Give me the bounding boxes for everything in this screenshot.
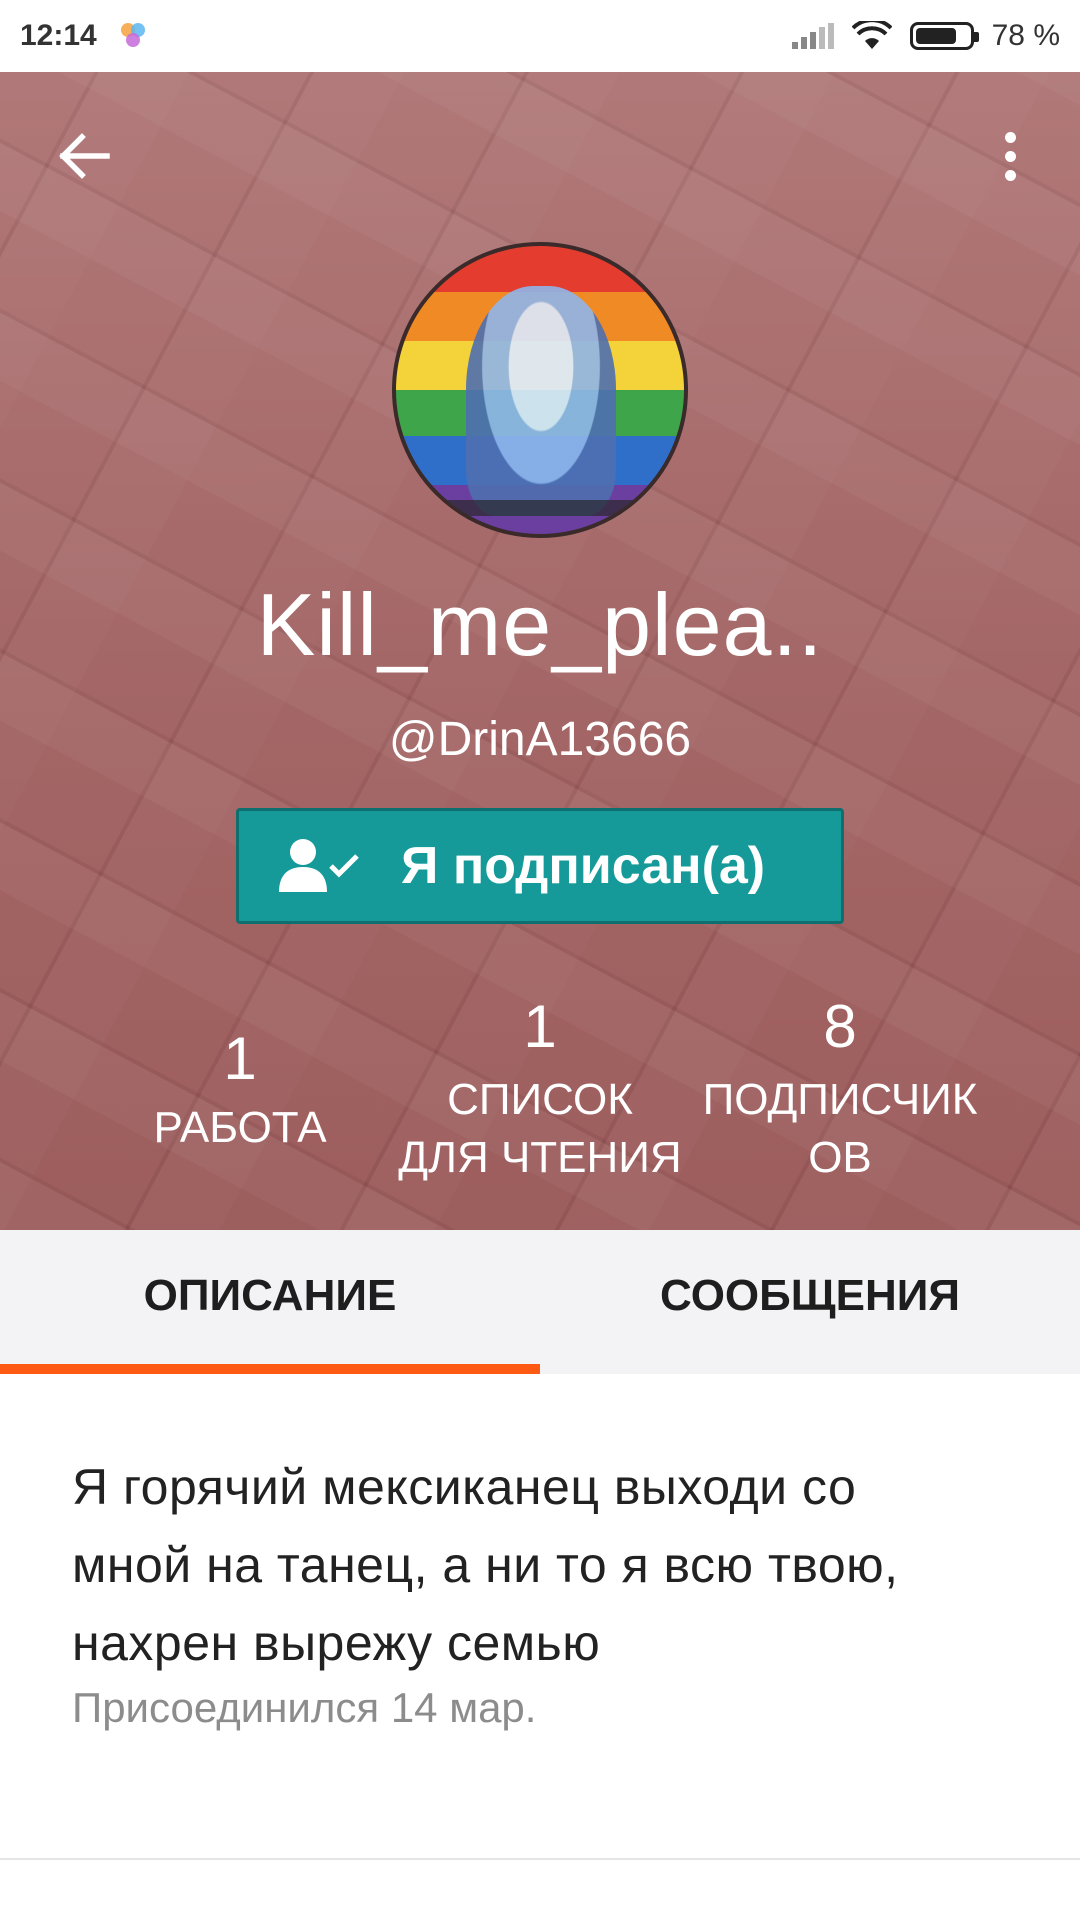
description-line: Я горячий мексиканец выходи со bbox=[72, 1459, 857, 1515]
profile-description: Я горячий мексиканец выходи со мной на т… bbox=[72, 1448, 1008, 1682]
status-time: 12:14 bbox=[20, 19, 97, 52]
display-name: Kill_me_plea.. bbox=[256, 575, 824, 674]
works-label: РАБОТА bbox=[153, 1103, 327, 1152]
reading-lists-label-line1: СПИСОК bbox=[447, 1075, 633, 1124]
tab-description[interactable]: ОПИСАНИЕ bbox=[0, 1230, 540, 1374]
works-count: 1 bbox=[223, 1025, 257, 1092]
user-check-icon bbox=[279, 839, 359, 892]
description-line: мной на танец, а ни то я всю твою, bbox=[72, 1537, 899, 1593]
reading-lists-count: 1 bbox=[523, 993, 557, 1060]
profile-header: Kill_me_plea.. @DrinA13666 Я подписан(а)… bbox=[0, 72, 1080, 1230]
followers-count: 8 bbox=[823, 993, 857, 1060]
stat-reading-lists[interactable]: 1 СПИСОК ДЛЯ ЧТЕНИЯ bbox=[380, 992, 700, 1187]
reading-lists-label-line2: ДЛЯ ЧТЕНИЯ bbox=[398, 1133, 682, 1182]
battery-level: 78 % bbox=[991, 19, 1060, 52]
following-button[interactable]: Я подписан(а) bbox=[236, 808, 844, 924]
profile-stats: 1 РАБОТА 1 СПИСОК ДЛЯ ЧТЕНИЯ 8 ПОДПИСЧИК… bbox=[0, 972, 1080, 1222]
status-bar: 12:14 78 % bbox=[0, 0, 1080, 72]
joined-date: Присоединился 14 мар. bbox=[72, 1684, 537, 1731]
avatar-image bbox=[466, 286, 616, 516]
status-right: 78 % bbox=[791, 19, 1060, 53]
more-options-button[interactable] bbox=[980, 120, 1040, 192]
followers-label-line2: ОВ bbox=[808, 1133, 872, 1182]
tab-messages[interactable]: СООБЩЕНИЯ bbox=[540, 1230, 1080, 1374]
stat-followers[interactable]: 8 ПОДПИСЧИК ОВ bbox=[690, 992, 990, 1187]
description-line: нахрен вырежу семью bbox=[72, 1615, 601, 1671]
divider bbox=[0, 1858, 1080, 1860]
following-label: Я подписан(а) bbox=[401, 837, 766, 895]
arrow-left-icon bbox=[59, 133, 110, 179]
stat-works[interactable]: 1 РАБОТА bbox=[140, 1024, 340, 1157]
more-vert-icon bbox=[1004, 131, 1016, 143]
followers-label-line1: ПОДПИСЧИК bbox=[702, 1075, 978, 1124]
signal-icon bbox=[791, 23, 834, 49]
wifi-icon bbox=[851, 21, 892, 49]
battery-icon bbox=[909, 22, 979, 50]
profile-tabs: ОПИСАНИЕ СООБЩЕНИЯ bbox=[0, 1230, 1080, 1374]
notification-app-icon bbox=[120, 23, 147, 49]
username: @DrinA13666 bbox=[388, 713, 692, 766]
avatar[interactable] bbox=[392, 242, 688, 538]
back-button[interactable] bbox=[48, 120, 120, 192]
description-panel: Я горячий мексиканец выходи со мной на т… bbox=[0, 1374, 1080, 1860]
status-left: 12:14 bbox=[20, 19, 147, 53]
